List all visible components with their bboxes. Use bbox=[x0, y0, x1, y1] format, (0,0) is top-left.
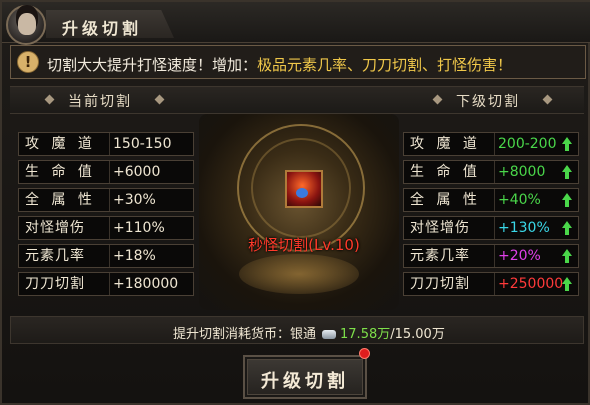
stat-value: +18% bbox=[113, 248, 156, 264]
notice-text: 切割大大提升打怪速度！增加：极品元素几率、刀刀切割、打怪伤害！ bbox=[47, 54, 512, 75]
stat-value: +180000 bbox=[113, 276, 179, 292]
currency-owned: 17.58万 bbox=[340, 327, 391, 342]
notice-text-main: 切割大大提升打怪速度！增加： bbox=[47, 56, 258, 74]
skill-name: 秒怪切割(Lv.10) bbox=[248, 236, 360, 254]
exclamation-icon: ! bbox=[17, 51, 39, 73]
stat-value: +8000 bbox=[498, 164, 546, 180]
upgrade-cut-button[interactable]: 升级切割 bbox=[243, 355, 367, 399]
next-cut-header: 下级切割 bbox=[456, 94, 520, 110]
next-stat-row: 元素几率 +20% bbox=[403, 244, 579, 268]
stat-value: 150-150 bbox=[113, 136, 172, 152]
increase-arrow-icon bbox=[562, 165, 572, 179]
increase-arrow-icon bbox=[562, 137, 572, 151]
stat-label: 元素几率 bbox=[25, 248, 85, 264]
stat-label: 生 命 值 bbox=[25, 164, 96, 180]
next-stat-row: 全 属 性 +40% bbox=[403, 188, 579, 212]
upgrade-cut-window: 升级切割 ! 切割大大提升打怪速度！增加：极品元素几率、刀刀切割、打怪伤害！ 当… bbox=[0, 0, 590, 405]
stat-label: 攻 魔 道 bbox=[25, 136, 96, 152]
skill-artwork bbox=[199, 114, 399, 310]
stat-label: 攻 魔 道 bbox=[410, 136, 481, 152]
stat-value: +30% bbox=[113, 192, 156, 208]
current-stat-row: 全 属 性 +30% bbox=[18, 188, 194, 212]
current-stat-row: 对怪增伤 +110% bbox=[18, 216, 194, 240]
stat-label: 全 属 性 bbox=[25, 192, 96, 208]
window-title: 升级切割 bbox=[62, 19, 143, 38]
currency-required: /15.00万 bbox=[390, 327, 445, 342]
stat-label: 对怪增伤 bbox=[25, 220, 85, 236]
cost-text: 提升切割消耗货币：银通 17.58万/15.00万 bbox=[173, 323, 445, 342]
silver-ingot-icon bbox=[322, 330, 337, 339]
next-stat-row: 攻 魔 道 200-200 bbox=[403, 132, 579, 156]
stat-value: 200-200 bbox=[498, 136, 557, 152]
upgrade-button-label: 升级切割 bbox=[261, 371, 349, 392]
current-stat-row: 刀刀切割 +180000 bbox=[18, 272, 194, 296]
stat-value: +20% bbox=[498, 248, 541, 264]
skill-fire-icon[interactable] bbox=[285, 170, 323, 208]
next-stat-row: 生 命 值 +8000 bbox=[403, 160, 579, 184]
red-dot-notification-icon bbox=[359, 348, 370, 359]
stat-label: 刀刀切割 bbox=[410, 276, 470, 292]
increase-arrow-icon bbox=[562, 277, 572, 291]
next-stat-row: 对怪增伤 +130% bbox=[403, 216, 579, 240]
stat-value: +6000 bbox=[113, 164, 161, 180]
stat-value: +40% bbox=[498, 192, 541, 208]
next-stat-row: 刀刀切割 +250000 bbox=[403, 272, 579, 296]
diamond-icon bbox=[44, 94, 55, 105]
stat-label: 生 命 值 bbox=[410, 164, 481, 180]
stat-label: 刀刀切割 bbox=[25, 276, 85, 292]
stat-label: 全 属 性 bbox=[410, 192, 481, 208]
stat-value: +250000 bbox=[498, 276, 564, 292]
current-cut-header: 当前切割 bbox=[68, 94, 132, 110]
diamond-icon bbox=[154, 94, 165, 105]
current-stat-row: 生 命 值 +6000 bbox=[18, 160, 194, 184]
increase-arrow-icon bbox=[562, 249, 572, 263]
notice-bar: ! 切割大大提升打怪速度！增加：极品元素几率、刀刀切割、打怪伤害！ bbox=[10, 45, 586, 79]
increase-arrow-icon bbox=[562, 193, 572, 207]
current-stat-row: 元素几率 +18% bbox=[18, 244, 194, 268]
glow-base bbox=[239, 254, 359, 294]
title-bar: 升级切割 bbox=[2, 2, 590, 45]
diamond-icon bbox=[542, 94, 553, 105]
section-header-bar: 当前切割 下级切割 bbox=[10, 86, 584, 114]
stat-label: 元素几率 bbox=[410, 248, 470, 264]
increase-arrow-icon bbox=[562, 221, 572, 235]
character-portrait-icon bbox=[6, 5, 46, 45]
cost-label: 提升切割消耗货币：银通 bbox=[173, 327, 317, 342]
current-stat-row: 攻 魔 道 150-150 bbox=[18, 132, 194, 156]
diamond-icon bbox=[432, 94, 443, 105]
cost-bar: 提升切割消耗货币：银通 17.58万/15.00万 bbox=[10, 316, 584, 344]
notice-text-highlight: 极品元素几率、刀刀切割、打怪伤害！ bbox=[257, 56, 513, 74]
stat-value: +110% bbox=[113, 220, 165, 236]
stat-value: +130% bbox=[498, 220, 550, 236]
stat-label: 对怪增伤 bbox=[410, 220, 470, 236]
